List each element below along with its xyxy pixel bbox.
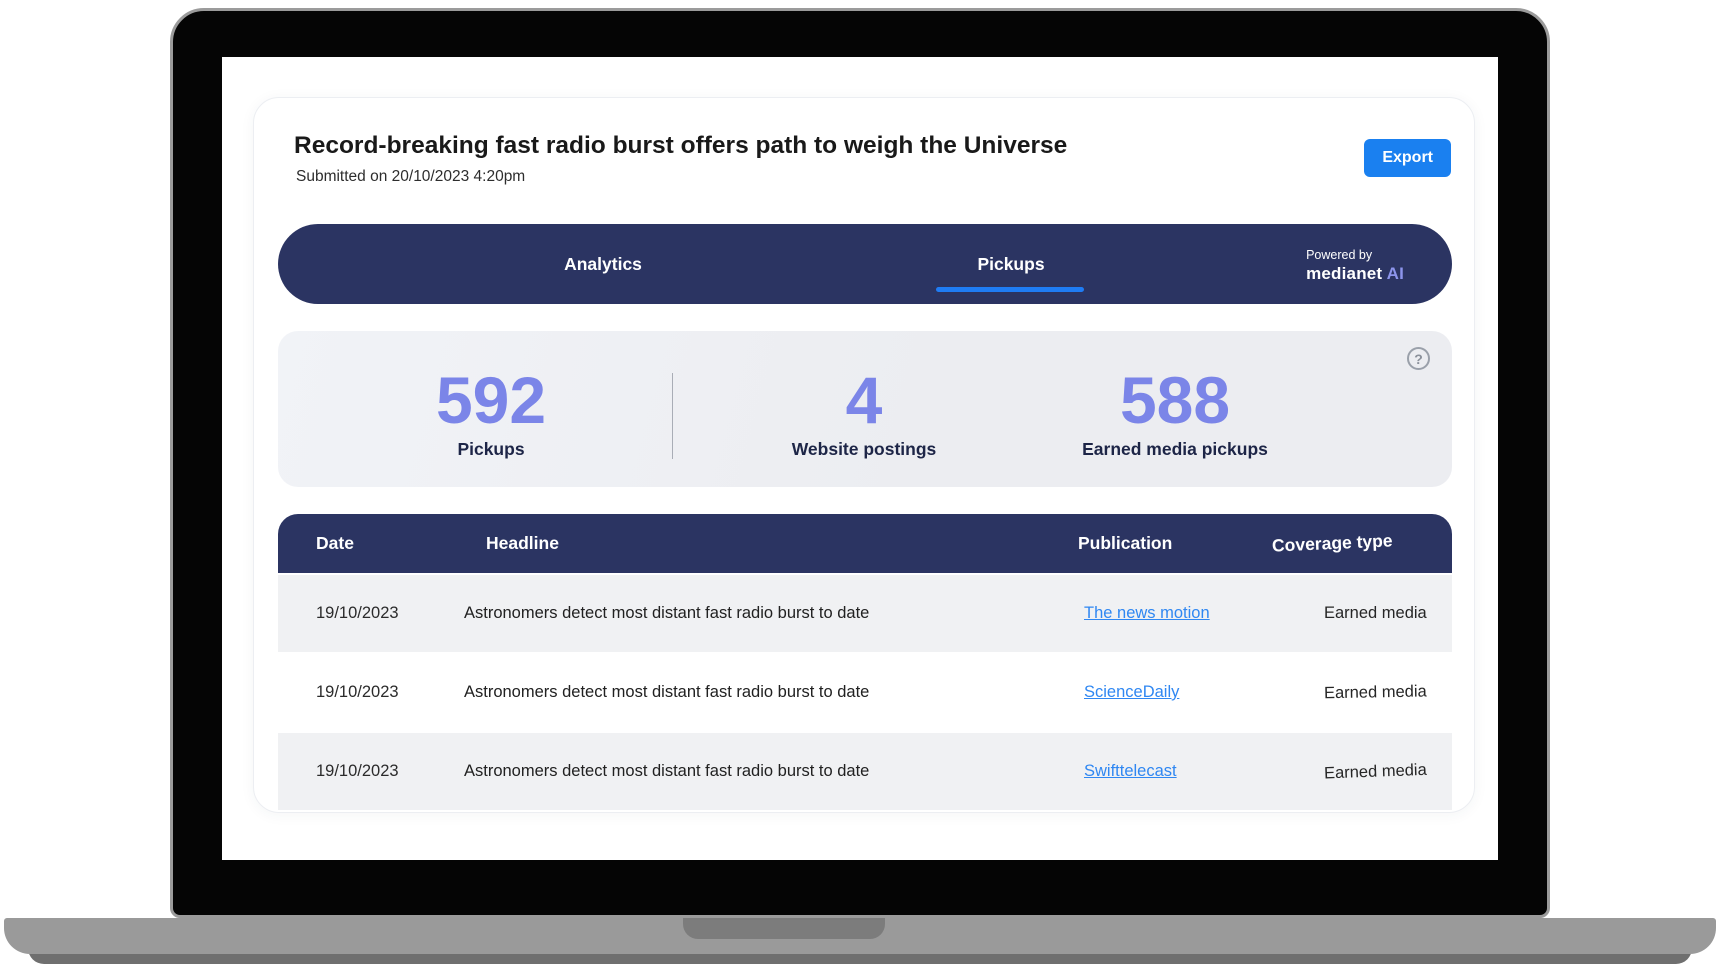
- stat-earned-media-label: Earned media pickups: [1045, 439, 1305, 460]
- cell-coverage-type: Earned media: [1323, 653, 1464, 732]
- laptop-screen: Record-breaking fast radio burst offers …: [222, 57, 1498, 860]
- cell-coverage-type: Earned media: [1324, 575, 1464, 652]
- stats-divider: [672, 373, 673, 459]
- table-row: 19/10/2023 Astronomers detect most dista…: [278, 654, 1452, 731]
- report-card: Record-breaking fast radio burst offers …: [253, 97, 1475, 813]
- cell-coverage-type: Earned media: [1323, 731, 1466, 813]
- column-header-headline: Headline: [486, 514, 559, 573]
- help-icon[interactable]: ?: [1407, 347, 1430, 370]
- stat-pickups: 592 Pickups: [366, 369, 616, 460]
- stat-pickups-label: Pickups: [366, 439, 616, 460]
- table-body: 19/10/2023 Astronomers detect most dista…: [278, 575, 1452, 810]
- table-row: 19/10/2023 Astronomers detect most dista…: [278, 733, 1452, 810]
- stat-earned-media-value: 588: [1045, 369, 1305, 432]
- cell-headline: Astronomers detect most distant fast rad…: [464, 733, 869, 810]
- column-header-coverage-type: Coverage type: [1271, 511, 1394, 575]
- tab-analytics[interactable]: Analytics: [508, 224, 698, 304]
- stat-earned-media: 588 Earned media pickups: [1045, 369, 1305, 460]
- page: Record-breaking fast radio burst offers …: [0, 0, 1720, 967]
- cell-date: 19/10/2023: [316, 575, 399, 652]
- table-header: Date Headline Publication Coverage type: [278, 514, 1452, 573]
- brand-wordmark: medianet AI: [1306, 263, 1404, 285]
- column-header-publication: Publication: [1078, 514, 1172, 573]
- cell-publication-link[interactable]: Swifttelecast: [1084, 733, 1177, 810]
- laptop-base-notch: [683, 918, 885, 939]
- cell-date: 19/10/2023: [316, 733, 399, 810]
- tab-bar: Analytics Pickups Powered by medianet AI: [278, 224, 1452, 304]
- medianet-logo: Powered by medianet AI: [1306, 247, 1404, 285]
- cell-publication-link[interactable]: ScienceDaily: [1084, 654, 1179, 731]
- cell-date: 19/10/2023: [316, 654, 399, 731]
- export-button[interactable]: Export: [1364, 139, 1451, 177]
- cell-headline: Astronomers detect most distant fast rad…: [464, 575, 869, 652]
- active-tab-indicator: [936, 287, 1084, 292]
- stat-website-postings-label: Website postings: [739, 439, 989, 460]
- submitted-timestamp: Submitted on 20/10/2023 4:20pm: [296, 168, 525, 186]
- pickups-table: Date Headline Publication Coverage type …: [278, 514, 1452, 810]
- tab-pickups[interactable]: Pickups: [911, 224, 1111, 304]
- powered-by-label: Powered by: [1306, 247, 1404, 263]
- column-header-date: Date: [316, 514, 354, 573]
- cell-publication-link[interactable]: The news motion: [1084, 575, 1210, 652]
- cell-headline: Astronomers detect most distant fast rad…: [464, 654, 869, 731]
- stats-panel: ? 592 Pickups 4 Website postings 588 Ear…: [278, 331, 1452, 487]
- brand-name: medianet: [1306, 264, 1382, 283]
- brand-ai-suffix: AI: [1387, 264, 1404, 283]
- stat-pickups-value: 592: [366, 369, 616, 432]
- stat-website-postings: 4 Website postings: [739, 369, 989, 460]
- table-row: 19/10/2023 Astronomers detect most dista…: [278, 575, 1452, 652]
- page-title: Record-breaking fast radio burst offers …: [294, 132, 1067, 160]
- stat-website-postings-value: 4: [739, 369, 989, 432]
